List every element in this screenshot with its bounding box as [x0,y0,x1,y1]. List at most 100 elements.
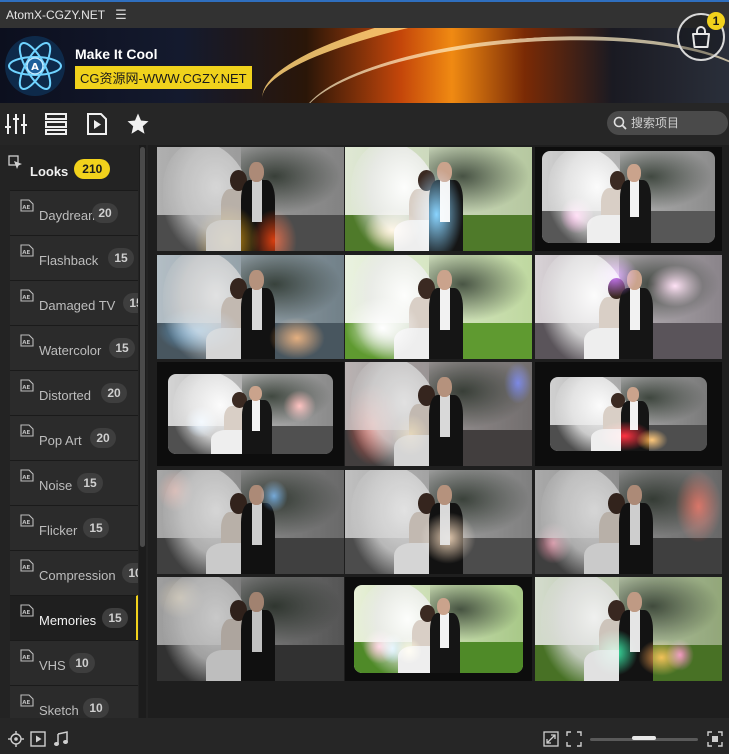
ae-file-icon: AE [20,604,34,617]
search-icon [613,116,627,130]
search-input[interactable] [631,116,726,130]
category-name: Noise [39,478,73,493]
look-thumbnail[interactable] [157,147,344,251]
category-count-badge: 10 [83,698,109,718]
look-thumbnail[interactable] [345,577,532,681]
looks-header[interactable]: Looks 210 [0,145,138,190]
sidebar-item-compression[interactable]: AE Compression 10 [10,550,138,595]
color-tint [345,255,532,359]
category-name: Pop Art [39,433,82,448]
scrollbar-thumb[interactable] [140,147,145,547]
look-thumbnail[interactable] [535,255,722,359]
category-count-badge: 10 [122,563,138,583]
banner: A Make It Cool CG资源网-WWW.CGZY.NET [0,28,729,103]
look-thumbnail[interactable] [345,147,532,251]
sidebar-item-watercolor[interactable]: AE Watercolor 15 [10,325,138,370]
sidebar-item-vhs[interactable]: AE VHS 10 [10,640,138,685]
search-box[interactable] [607,111,728,135]
category-name: Flicker [39,523,78,538]
sidebar-item-damaged-tv[interactable]: AE Damaged TV 15 [10,280,138,325]
ae-file-icon: AE [20,199,34,212]
sidebar-item-pop-art[interactable]: AE Pop Art 20 [10,415,138,460]
svg-text:AE: AE [22,565,30,571]
look-thumbnail[interactable] [345,255,532,359]
rounded-vignette-frame [542,151,715,243]
ae-file-icon: AE [20,649,34,662]
look-thumbnail[interactable] [535,147,722,251]
ae-file-icon: AE [20,469,34,482]
wedding-scene [345,577,532,681]
category-name: Watercolor [39,343,102,358]
sidebar-item-noise[interactable]: AE Noise 15 [10,460,138,505]
color-tint [550,377,707,452]
ae-file-icon: AE [20,289,34,302]
brand-name: Make It Cool [75,46,158,62]
slider-knob[interactable] [632,736,656,740]
full-frame [345,147,532,251]
look-thumbnail[interactable] [157,255,344,359]
expand-icon[interactable] [543,731,559,747]
wedding-scene [157,470,344,574]
fullscreen-icon[interactable] [707,731,723,747]
look-thumbnail[interactable] [535,362,722,466]
play-icon[interactable] [30,731,46,747]
sidebar-item-daydream[interactable]: AE Daydream 20 [10,190,138,235]
ae-file-icon: AE [20,424,34,437]
thumbnail-grid [155,145,729,718]
category-count-badge: 15 [77,473,103,493]
color-tint [535,577,722,681]
bottom-bar [0,718,729,754]
ae-file-icon: AE [20,379,34,392]
play-document-icon[interactable] [84,111,110,137]
sidebar-scrollbar[interactable] [139,145,146,718]
wedding-scene [535,470,722,574]
look-thumbnail[interactable] [535,470,722,574]
svg-text:AE: AE [22,385,30,391]
wedding-scene [535,255,722,359]
look-thumbnail[interactable] [157,362,344,466]
category-name: Damaged TV [39,298,116,313]
wedding-scene [345,362,532,466]
look-thumbnail[interactable] [157,470,344,574]
svg-text:AE: AE [22,655,30,661]
look-thumbnail[interactable] [157,577,344,681]
color-tint [345,147,532,251]
star-icon[interactable] [125,111,151,137]
rounded-vignette-frame [354,585,523,673]
category-name: Distorted [39,388,92,403]
atom-logo-icon[interactable]: A [0,28,70,103]
full-frame [535,577,722,681]
look-thumbnail[interactable] [535,577,722,681]
wedding-scene [345,147,532,251]
music-note-icon[interactable] [53,731,69,747]
ae-file-icon: AE [20,334,34,347]
category-name: VHS [39,658,66,673]
sidebar-item-sketch[interactable]: AE Sketch 10 [10,685,138,718]
sidebar-item-flashback[interactable]: AE Flashback 15 [10,235,138,280]
rounded-vignette-frame [549,376,708,452]
target-icon[interactable] [8,731,24,747]
window-title: AtomX-CGZY.NET [6,8,106,22]
color-tint [542,151,714,243]
wedding-scene [535,577,722,681]
sidebar-item-memories[interactable]: AE Memories 15 [10,595,138,640]
svg-text:AE: AE [22,295,30,301]
svg-text:AE: AE [22,340,30,346]
svg-text:AE: AE [22,520,30,526]
category-count-badge: 15 [109,338,135,358]
list-icon[interactable] [43,111,69,137]
sliders-icon[interactable] [3,111,29,137]
category-count-badge: 20 [101,383,127,403]
fit-icon[interactable] [566,731,582,747]
hamburger-icon[interactable]: ☰ [115,7,127,23]
brand-tagline[interactable]: CG资源网-WWW.CGZY.NET [75,66,252,89]
svg-text:AE: AE [22,250,30,256]
category-count-badge: 15 [83,518,109,538]
thumbnail-size-slider[interactable] [590,736,698,741]
sidebar-item-distorted[interactable]: AE Distorted 20 [10,370,138,415]
wedding-scene [345,255,532,359]
look-thumbnail[interactable] [345,362,532,466]
sidebar-item-flicker[interactable]: AE Flicker 15 [10,505,138,550]
svg-text:AE: AE [22,700,30,706]
look-thumbnail[interactable] [345,470,532,574]
